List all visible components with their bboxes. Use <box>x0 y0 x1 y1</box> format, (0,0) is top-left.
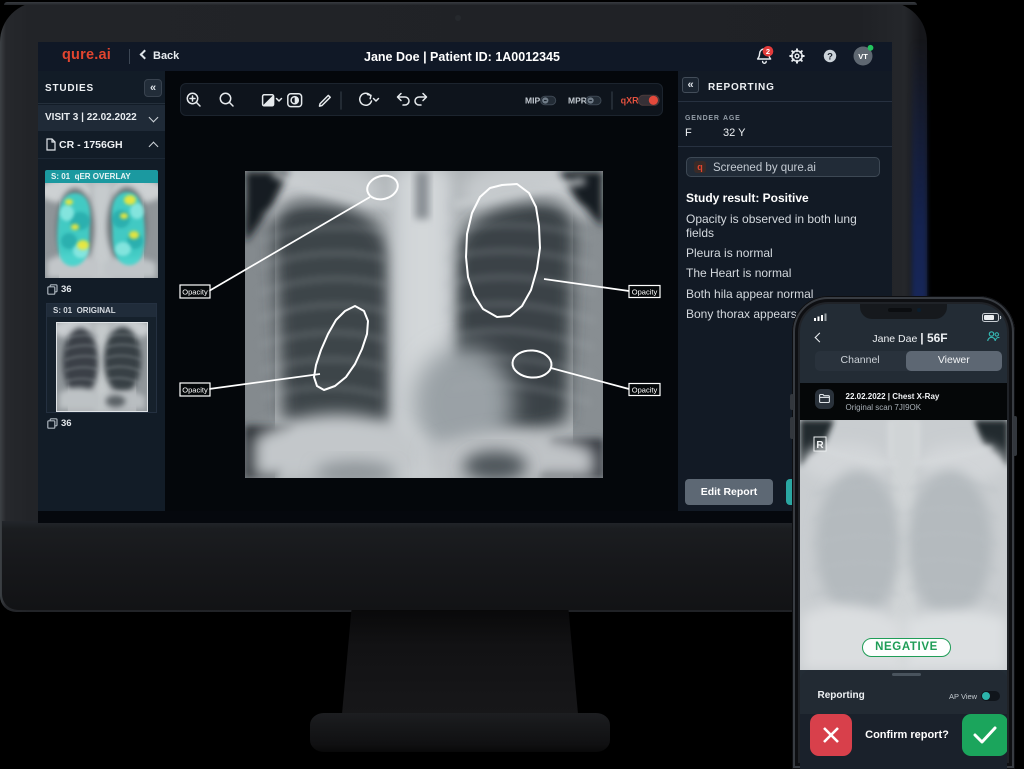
svg-text:Opacity: Opacity <box>182 288 208 297</box>
svg-text:Opacity: Opacity <box>182 386 208 395</box>
svg-text:Opacity: Opacity <box>632 386 658 395</box>
svg-text:Opacity: Opacity <box>632 288 658 297</box>
svg-text:R: R <box>816 440 824 451</box>
svg-text:2: 2 <box>766 47 770 56</box>
svg-text:?: ? <box>827 52 833 63</box>
svg-text:VT: VT <box>858 52 868 61</box>
